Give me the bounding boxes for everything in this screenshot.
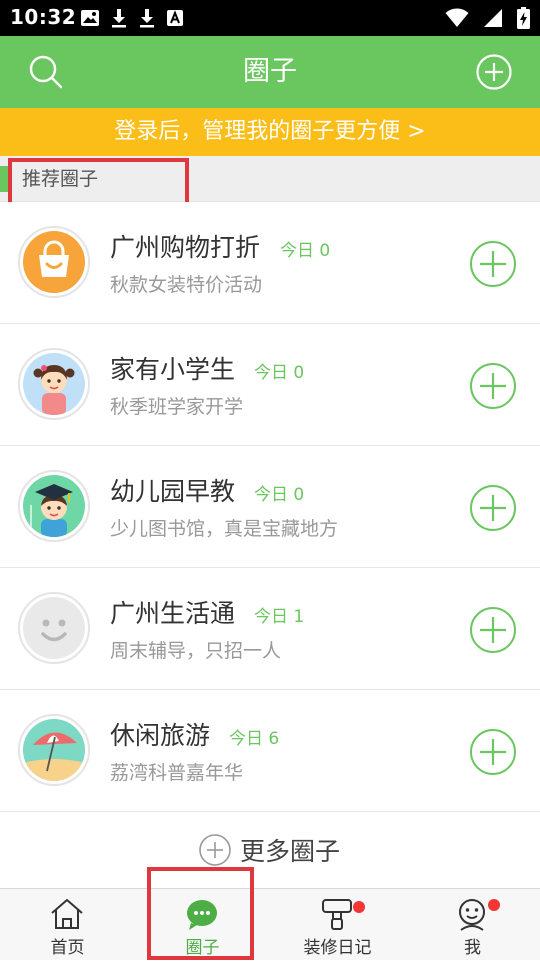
today-count: 今日 6 xyxy=(229,729,280,749)
status-bar: 10:32 xyxy=(0,0,540,36)
status-time: 10:32 xyxy=(10,5,77,29)
shopping-bag-icon xyxy=(39,240,69,277)
add-circle-icon[interactable] xyxy=(475,53,513,91)
notification-icons xyxy=(80,7,184,29)
download-icon xyxy=(112,9,126,28)
circle-item[interactable]: 休闲旅游 今日 6 荔湾科普嘉年华 xyxy=(0,690,540,812)
bottom-tab-bar: 首页 圈子 装修日记 我 xyxy=(0,888,540,960)
paint-roller-icon xyxy=(322,899,352,930)
tab-home-label: 首页 xyxy=(50,938,85,958)
login-banner[interactable]: 登录后，管理我的圈子更方便 > xyxy=(0,108,540,156)
system-icons xyxy=(445,6,530,30)
circle-item[interactable]: 广州生活通 今日 1 周末辅导，只招一人 xyxy=(0,568,540,690)
home-icon xyxy=(51,899,83,929)
today-count: 今日 0 xyxy=(280,241,331,261)
avatar xyxy=(18,226,90,298)
signal-icon xyxy=(484,9,502,27)
circle-description: 秋季班学家开学 xyxy=(110,396,244,418)
tab-me[interactable]: 我 xyxy=(405,889,540,961)
graduate-boy-icon xyxy=(30,484,73,537)
text-a-icon xyxy=(167,10,183,26)
circle-name: 幼儿园早教 xyxy=(110,477,236,506)
user-face-icon xyxy=(459,899,485,931)
circle-name: 广州购物打折 xyxy=(110,233,261,262)
join-circle-button[interactable] xyxy=(469,240,517,288)
highlight-box-section xyxy=(8,158,189,208)
join-circle-button[interactable] xyxy=(469,606,517,654)
join-circle-button[interactable] xyxy=(469,362,517,410)
tab-me-label: 我 xyxy=(464,938,481,958)
circle-name: 广州生活通 xyxy=(110,599,236,628)
today-count: 今日 0 xyxy=(254,485,305,505)
app-header: 圈子 xyxy=(0,36,540,108)
today-count: 今日 1 xyxy=(254,607,305,627)
circle-list: 广州购物打折 今日 0 秋款女装特价活动 家有小学生 今日 0 秋季班学家开学 … xyxy=(0,202,540,812)
circle-item[interactable]: 家有小学生 今日 0 秋季班学家开学 xyxy=(0,324,540,446)
avatar xyxy=(18,348,90,420)
circle-name: 休闲旅游 xyxy=(110,721,211,750)
wifi-icon xyxy=(445,8,469,27)
beach-umbrella-icon xyxy=(23,732,85,781)
more-circles-button[interactable]: 更多圈子 xyxy=(0,812,540,888)
battery-charging-icon xyxy=(517,7,530,29)
highlight-box-tab xyxy=(147,867,254,960)
search-icon[interactable] xyxy=(27,53,65,91)
smiley-placeholder-icon xyxy=(41,619,67,642)
circle-description: 秋款女装特价活动 xyxy=(110,274,263,296)
circle-item[interactable]: 广州购物打折 今日 0 秋款女装特价活动 xyxy=(0,202,540,324)
notification-badge xyxy=(353,901,365,913)
circle-name: 家有小学生 xyxy=(110,355,236,384)
download-icon xyxy=(140,9,154,28)
notification-badge xyxy=(488,899,500,911)
more-circles-label: 更多圈子 xyxy=(240,837,341,866)
plus-circle-icon xyxy=(199,834,231,866)
circle-description: 周末辅导，只招一人 xyxy=(110,640,282,662)
tab-decoration-diary[interactable]: 装修日记 xyxy=(270,889,405,961)
circle-item[interactable]: 幼儿园早教 今日 0 少儿图书馆，真是宝藏地方 xyxy=(0,446,540,568)
tab-home[interactable]: 首页 xyxy=(0,889,135,961)
page-title: 圈子 xyxy=(243,56,297,87)
today-count: 今日 0 xyxy=(254,363,305,383)
avatar xyxy=(18,470,90,542)
avatar xyxy=(18,592,90,664)
image-icon xyxy=(81,10,99,26)
join-circle-button[interactable] xyxy=(469,484,517,532)
tab-decoration-diary-label: 装修日记 xyxy=(303,938,372,958)
circle-description: 少儿图书馆，真是宝藏地方 xyxy=(110,518,339,540)
avatar xyxy=(18,714,90,786)
join-circle-button[interactable] xyxy=(469,728,517,776)
schoolgirl-icon xyxy=(33,365,75,415)
circle-description: 荔湾科普嘉年华 xyxy=(110,762,244,784)
